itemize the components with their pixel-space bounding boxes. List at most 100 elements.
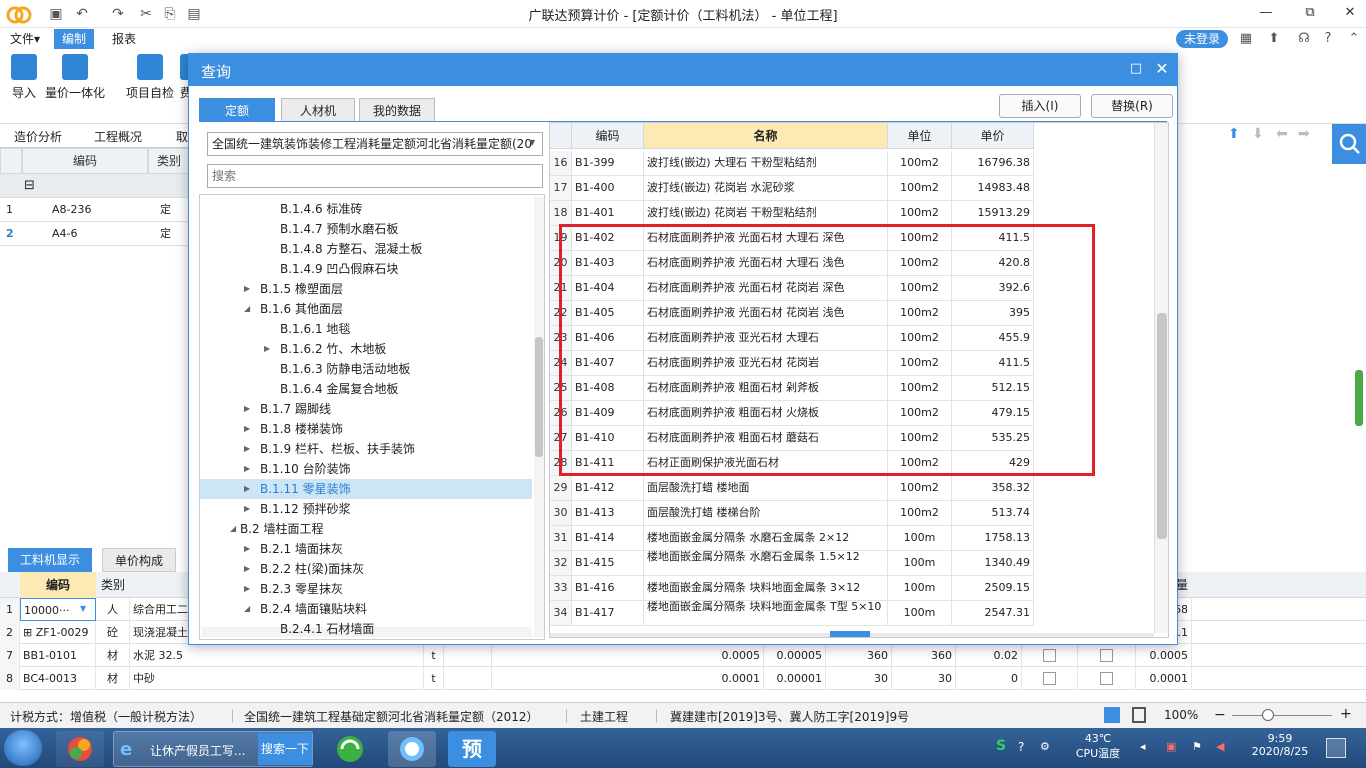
tree-node[interactable]: ◢ B.2.4 墙面镶贴块料 (200, 599, 532, 619)
table-row[interactable]: 29 B1-412 面层酸洗打蜡 楼地面 100m2 358.32 (550, 476, 1034, 501)
grid-view-icon[interactable]: ▦ (1236, 30, 1256, 48)
tree-node[interactable]: ▶ B.1.6.2 竹、木地板 (200, 339, 532, 359)
table-row[interactable]: 32 B1-415 楼地面嵌金属分隔条 水磨石金属条 1.5×12 100m 1340.… (550, 551, 1034, 576)
tree-node[interactable]: B.1.4.9 凹凸假麻石块 (200, 259, 532, 279)
expand-arrow-icon[interactable]: ▶ (244, 579, 250, 599)
show-desktop-icon[interactable] (1326, 738, 1346, 758)
close-icon[interactable]: ✕ (1153, 59, 1171, 79)
expand-arrow-icon[interactable]: ▶ (244, 499, 250, 519)
minimize-button[interactable]: — (1246, 0, 1286, 28)
maximize-icon[interactable]: □ (1129, 62, 1143, 76)
insert-button[interactable]: 插入(I) (999, 94, 1081, 118)
library-select[interactable]: 全国统一建筑装饰装修工程消耗量定额河北省消耗量定额(20 (207, 132, 543, 156)
app-360-icon[interactable] (56, 731, 104, 767)
tree-node[interactable]: ▶ B.1.12 预拌砂浆 (200, 499, 532, 519)
taskbar-search-button[interactable]: 搜索一下 (258, 733, 312, 765)
table-row[interactable]: 30 B1-413 面层酸洗打蜡 楼梯台阶 100m2 513.74 (550, 501, 1034, 526)
menu-file[interactable]: 文件▾ (2, 29, 48, 49)
collapse-arrow-icon[interactable]: ◢ (244, 299, 250, 319)
zoom-out-icon[interactable]: − (1214, 707, 1226, 723)
arrow-down-icon[interactable]: ⬇ (1252, 126, 1264, 142)
tree-node[interactable]: B.2.4.2 拼碎石材墙面 (200, 639, 532, 640)
table-row[interactable]: 31 B1-414 楼地面嵌金属分隔条 水磨石金属条 2×12 100m 1758.13 (550, 526, 1034, 551)
tree-node[interactable]: B.1.4.6 标准砖 (200, 199, 532, 219)
checkbox[interactable] (1100, 649, 1113, 662)
splitter-handle[interactable] (830, 631, 870, 637)
arrow-left-icon[interactable]: ⬅ (1276, 126, 1288, 142)
tab-materials[interactable]: 人材机 (281, 98, 355, 122)
expand-arrow-icon[interactable]: ▶ (244, 459, 250, 479)
expand-arrow-icon[interactable]: ▶ (244, 419, 250, 439)
checkbox[interactable] (1100, 672, 1113, 685)
collapse-arrow-icon[interactable]: ◢ (230, 519, 236, 539)
tree-node[interactable]: B.1.6.1 地毯 (200, 319, 532, 339)
arrow-right-icon[interactable]: ➡ (1298, 126, 1310, 142)
layout-icon[interactable] (1104, 707, 1120, 723)
checkbox[interactable] (1043, 649, 1056, 662)
help-icon[interactable]: ? (1318, 30, 1338, 48)
tree-node[interactable]: ▶ B.1.9 栏杆、栏板、扶手装饰 (200, 439, 532, 459)
split-icon[interactable] (1132, 707, 1146, 723)
table-row[interactable]: 33 B1-416 楼地面嵌金属分隔条 块料地面金属条 3×12 100m 2509.1… (550, 576, 1034, 601)
chevron-down-icon[interactable]: ▼ (80, 604, 86, 613)
scrollbar[interactable] (534, 197, 544, 637)
upload-icon[interactable]: ⬆ (1264, 30, 1284, 48)
tree-node[interactable]: ▶ B.1.11 零星装饰 (200, 479, 532, 499)
taskbar-app-yu[interactable]: 预 (448, 731, 496, 767)
tree-node[interactable]: ▶ B.1.7 踢脚线 (200, 399, 532, 419)
login-button[interactable]: 未登录 (1176, 30, 1228, 48)
tray-help-icon[interactable]: ? (1018, 740, 1024, 754)
tree-node[interactable]: ▶ B.1.5 橡塑面层 (200, 279, 532, 299)
expand-arrow-icon[interactable]: ▶ (244, 399, 250, 419)
zoom-slider[interactable] (1232, 715, 1332, 716)
tree-node[interactable]: ◢ B.2 墙柱面工程 (200, 519, 532, 539)
start-button[interactable] (4, 730, 42, 766)
import-button[interactable]: 导入 (8, 52, 40, 101)
tab-cost-analysis[interactable]: 造价分析 (14, 128, 62, 145)
collapse-icon[interactable]: ⌃ (1344, 30, 1364, 48)
scrollbar-thumb[interactable] (535, 337, 543, 457)
table-row[interactable]: 7 BB1-0101 材 水泥 32.5 t 0.0005 0.00005 36… (0, 644, 1366, 667)
collapse-arrow-icon[interactable]: ◢ (244, 599, 250, 619)
close-button[interactable]: ✕ (1330, 0, 1366, 28)
table-row[interactable]: 17 B1-400 波打线(嵌边) 花岗岩 水泥砂浆 100m2 14983.48 (550, 176, 1034, 201)
table-row[interactable]: 18 B1-401 波打线(嵌边) 花岗岩 干粉型粘结剂 100m2 15913.29 (550, 201, 1034, 226)
tab-fee-partial[interactable]: 取 (176, 128, 188, 145)
expand-arrow-icon[interactable]: ▶ (244, 559, 250, 579)
restore-button[interactable]: ⧉ (1290, 0, 1330, 28)
table-row[interactable]: 16 B1-399 波打线(嵌边) 大理石 干粉型粘结剂 100m2 16796.38 (550, 151, 1034, 176)
tree-node[interactable]: ▶ B.1.8 楼梯装饰 (200, 419, 532, 439)
zoom-slider-thumb[interactable] (1262, 709, 1274, 721)
tree-node[interactable]: ▶ B.2.1 墙面抹灰 (200, 539, 532, 559)
expand-arrow-icon[interactable]: ▶ (244, 279, 250, 299)
tab-my-data[interactable]: 我的数据 (359, 98, 435, 122)
tray-expand-icon[interactable]: ◂ (1140, 740, 1146, 753)
app-green-icon[interactable] (326, 731, 374, 767)
table-row[interactable]: 1 A8-236 定 (0, 198, 190, 222)
tab-material-display[interactable]: 工料机显示 (8, 548, 93, 572)
checkbox[interactable] (1043, 672, 1056, 685)
expand-arrow-icon[interactable]: ▶ (264, 339, 270, 359)
tray-s-icon[interactable]: S (996, 738, 1006, 754)
tree-node[interactable]: B.1.4.7 预制水磨石板 (200, 219, 532, 239)
tab-project-overview[interactable]: 工程概况 (94, 128, 142, 145)
expand-arrow-icon[interactable]: ▶ (244, 539, 250, 559)
collapse-toggle[interactable]: ⊟ (24, 174, 35, 198)
tray-network-icon[interactable]: ▣ (1166, 740, 1176, 753)
tab-dinge[interactable]: 定额 (199, 98, 275, 122)
scrollbar-thumb[interactable] (1157, 313, 1167, 539)
headset-icon[interactable]: ☊ (1294, 30, 1314, 48)
zoom-in-icon[interactable]: + (1340, 706, 1352, 722)
tray-gear-icon[interactable]: ⚙ (1040, 740, 1050, 753)
tree-node[interactable]: B.2.4.1 石材墙面 (200, 619, 532, 639)
tree-node[interactable]: B.1.6.3 防静电活动地板 (200, 359, 532, 379)
arrow-up-icon[interactable]: ⬆ (1228, 126, 1240, 142)
search-icon[interactable] (1332, 124, 1366, 164)
tree-node[interactable]: B.1.4.8 方整石、混凝土板 (200, 239, 532, 259)
tree-node[interactable]: B.1.6.4 金属复合地板 (200, 379, 532, 399)
price-integration-button[interactable]: 量价一体化 (42, 52, 108, 101)
tree-node[interactable]: ◢ B.1.6 其他面层 (200, 299, 532, 319)
tree-node[interactable]: ▶ B.2.2 柱(梁)面抹灰 (200, 559, 532, 579)
replace-button[interactable]: 替换(R) (1091, 94, 1173, 118)
clock[interactable]: 9:59 2020/8/25 (1242, 732, 1318, 758)
